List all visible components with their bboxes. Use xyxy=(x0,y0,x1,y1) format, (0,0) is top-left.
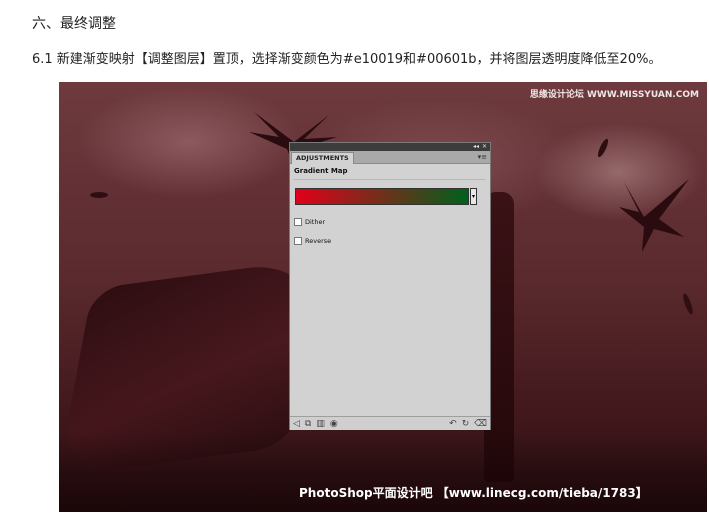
trash-icon[interactable]: ⌫ xyxy=(474,418,487,430)
eye-icon[interactable]: ◉ xyxy=(330,418,338,430)
divider xyxy=(293,179,485,180)
dither-option[interactable]: Dither xyxy=(294,218,325,226)
reset-icon[interactable]: ↻ xyxy=(462,418,470,430)
raven-right-icon xyxy=(619,179,689,252)
dither-label: Dither xyxy=(305,218,326,226)
section-heading: 六、最终调整 xyxy=(32,16,116,32)
collapse-icon[interactable]: ◂◂ xyxy=(473,143,479,151)
previous-state-icon[interactable]: ↶ xyxy=(449,418,457,430)
reverse-checkbox[interactable] xyxy=(294,237,302,245)
gradient-preview[interactable] xyxy=(295,188,469,205)
feather-icon xyxy=(683,293,693,315)
panel-bottom-bar: ◁ ⧉ ▥ ◉ ↶ ↻ ⌫ xyxy=(290,416,490,430)
watermark-bottom: PhotoShop平面设计吧 【www.linecg.com/tieba/178… xyxy=(299,486,648,500)
panel-topbar: ◂◂ ✕ xyxy=(290,143,490,151)
dither-checkbox[interactable] xyxy=(294,218,302,226)
chevron-down-icon[interactable]: ▾ xyxy=(470,188,477,205)
reverse-option[interactable]: Reverse xyxy=(294,237,331,245)
expand-view-icon[interactable]: ⧉ xyxy=(305,418,311,430)
panel-tab-row: ADJUSTMENTS ▾≡ xyxy=(290,151,490,164)
close-icon[interactable]: ✕ xyxy=(482,143,487,151)
watermark-top: 思缘设计论坛 WWW.MISSYUAN.COM xyxy=(529,90,699,100)
feather-icon xyxy=(90,192,108,198)
adjustment-title: Gradient Map xyxy=(294,167,348,175)
feather-icon xyxy=(597,138,609,158)
instruction-text: 6.1 新建渐变映射【调整图层】置顶，选择渐变颜色为#e10019和#00601… xyxy=(32,52,662,67)
panel-menu-icon[interactable]: ▾≡ xyxy=(478,152,487,162)
tab-adjustments[interactable]: ADJUSTMENTS xyxy=(291,152,354,164)
back-arrow-icon[interactable]: ◁ xyxy=(293,418,300,430)
clip-layer-icon[interactable]: ▥ xyxy=(316,418,325,430)
adjustments-panel: ◂◂ ✕ ADJUSTMENTS ▾≡ Gradient Map ▾ Dithe… xyxy=(289,142,491,430)
reverse-label: Reverse xyxy=(305,237,332,245)
